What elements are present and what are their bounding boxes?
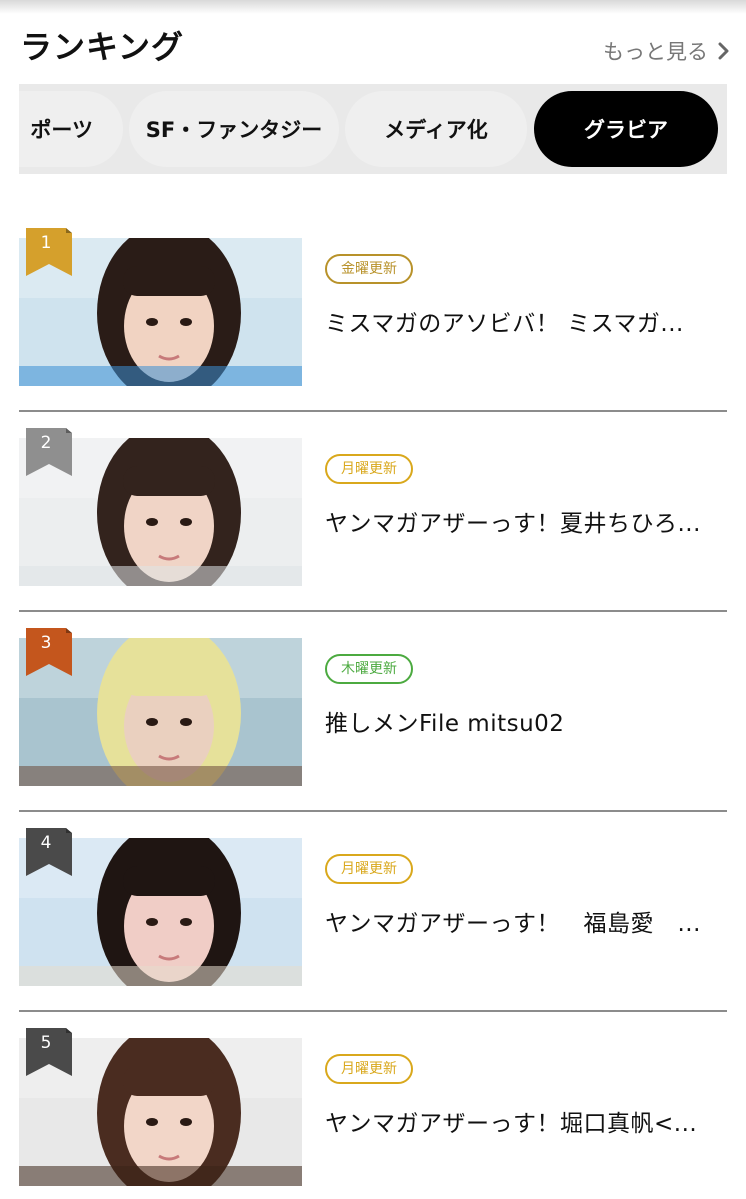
- see-more-link[interactable]: もっと見る: [603, 36, 730, 66]
- item-title[interactable]: 推しメンFile mitsu02: [325, 704, 727, 738]
- rank-number: 2: [40, 433, 52, 453]
- rank-ribbon-icon: 1: [26, 228, 72, 276]
- tab-label: メディア化: [384, 118, 488, 142]
- tab-sf-fantasy[interactable]: SF・ファンタジー: [129, 91, 339, 167]
- tab-sports[interactable]: ポーツ: [19, 91, 123, 167]
- ranking-item[interactable]: 3 木曜更新 推しメンFile mitsu02: [19, 612, 727, 812]
- ranking-item[interactable]: 2 月曜更新 ヤンマガアザーっす！夏井ちひろ...: [19, 412, 727, 612]
- chevron-right-icon: [718, 41, 730, 61]
- tab-gravure[interactable]: グラビア: [534, 91, 718, 167]
- rank-ribbon-icon: 5: [26, 1028, 72, 1076]
- item-title[interactable]: ヤンマガアザーっす！堀口真帆<...: [325, 1104, 727, 1138]
- ranking-item[interactable]: 5 月曜更新 ヤンマガアザーっす！堀口真帆<...: [19, 1012, 727, 1199]
- ranking-item[interactable]: 1 金曜更新 ミスマガのアソビバ！ ミスマガ...: [19, 212, 727, 412]
- update-day-badge: 月曜更新: [325, 454, 413, 484]
- ranking-item[interactable]: 4 月曜更新 ヤンマガアザーっす！ 福島愛 ...: [19, 812, 727, 1012]
- see-more-label: もっと見る: [603, 40, 708, 64]
- rank-number: 4: [40, 833, 52, 853]
- update-day-badge: 月曜更新: [325, 1054, 413, 1084]
- tab-media[interactable]: メディア化: [345, 91, 527, 167]
- tab-label: ポーツ: [30, 118, 93, 142]
- genre-tabs[interactable]: ポーツ SF・ファンタジー メディア化 グラビア: [19, 84, 727, 174]
- ranking-header: ランキング もっと見る: [20, 22, 730, 66]
- rank-number: 5: [40, 1033, 52, 1053]
- update-day-badge: 木曜更新: [325, 654, 413, 684]
- top-shadow: [0, 0, 746, 14]
- rank-number: 3: [40, 633, 52, 653]
- section-title: ランキング: [20, 28, 185, 66]
- rank-ribbon-icon: 2: [26, 428, 72, 476]
- item-title[interactable]: ミスマガのアソビバ！ ミスマガ...: [325, 304, 727, 338]
- update-day-badge: 金曜更新: [325, 254, 413, 284]
- item-title[interactable]: ヤンマガアザーっす！ 福島愛 ...: [325, 904, 727, 938]
- rank-ribbon-icon: 4: [26, 828, 72, 876]
- item-title[interactable]: ヤンマガアザーっす！夏井ちひろ...: [325, 504, 727, 538]
- update-day-badge: 月曜更新: [325, 854, 413, 884]
- ranking-list: 1 金曜更新 ミスマガのアソビバ！ ミスマガ... 2 月曜更新 ヤンマガアザー…: [19, 212, 727, 1199]
- tab-label: グラビア: [584, 118, 668, 142]
- tab-label: SF・ファンタジー: [145, 118, 323, 142]
- rank-ribbon-icon: 3: [26, 628, 72, 676]
- rank-number: 1: [40, 233, 52, 253]
